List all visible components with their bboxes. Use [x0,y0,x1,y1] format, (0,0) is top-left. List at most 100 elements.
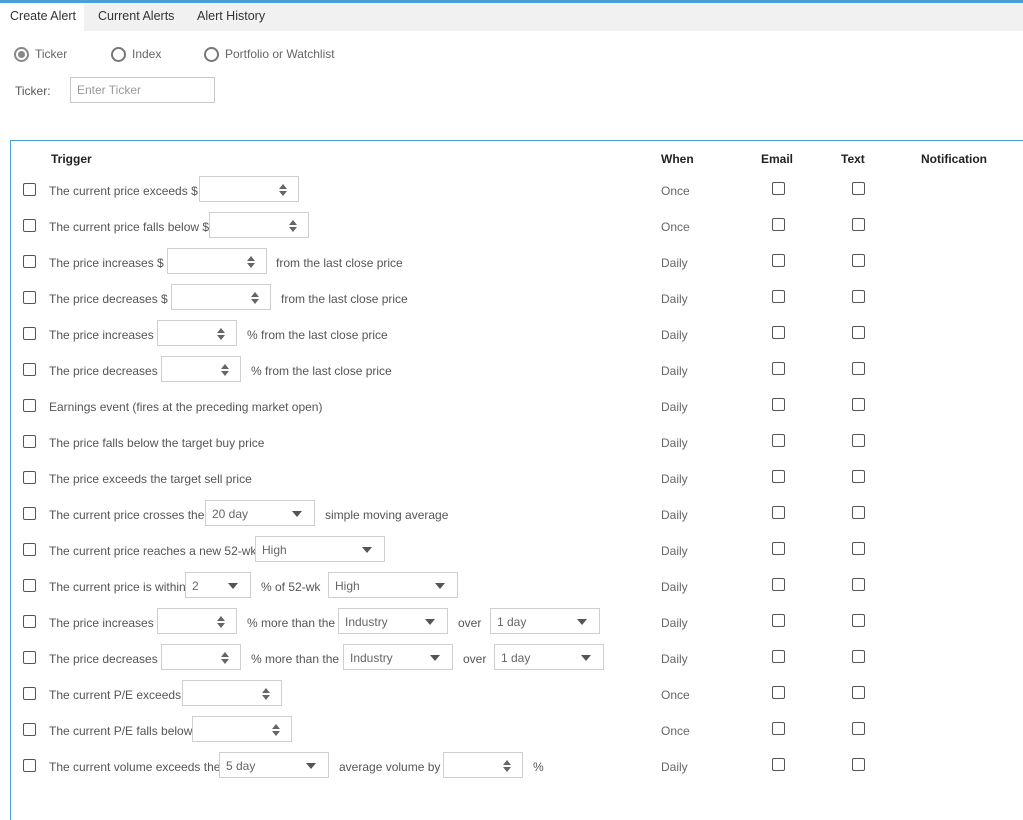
tab-current-alerts[interactable]: Current Alerts [98,3,174,31]
row-checkbox[interactable] [23,327,36,340]
row-checkbox[interactable] [23,687,36,700]
trigger-row-decreases-vs-benchmark: The price decreases % more than the Indu… [0,640,1023,676]
row-checkbox[interactable] [23,723,36,736]
high-low-select[interactable]: High [255,536,385,562]
period-select[interactable]: 1 day [490,608,600,634]
tab-alert-history[interactable]: Alert History [197,3,265,31]
radio-option-portfolio[interactable]: Portfolio or Watchlist [204,45,335,63]
row-checkbox[interactable] [23,255,36,268]
percent-select-value: 2 [192,579,199,593]
text-checkbox[interactable] [852,722,865,735]
value-stepper[interactable] [209,212,309,238]
radio-index[interactable] [111,46,126,62]
email-checkbox[interactable] [772,614,785,627]
when-value: Once [661,220,690,234]
chevron-down-icon [425,619,435,625]
radio-option-index[interactable]: Index [111,45,161,63]
text-checkbox[interactable] [852,398,865,411]
text-checkbox[interactable] [852,758,865,771]
email-checkbox[interactable] [772,686,785,699]
trigger-row-pe-exceeds: The current P/E exceeds Once [0,676,1023,712]
email-checkbox[interactable] [772,434,785,447]
row-checkbox[interactable] [23,507,36,520]
value-stepper[interactable] [161,356,241,382]
radio-ticker[interactable] [14,46,29,62]
text-checkbox[interactable] [852,506,865,519]
trigger-row-increases-vs-benchmark: The price increases % more than the Indu… [0,604,1023,640]
benchmark-select[interactable]: Industry [343,644,453,670]
text-checkbox[interactable] [852,254,865,267]
email-checkbox[interactable] [772,182,785,195]
high-low-select[interactable]: High [328,572,458,598]
trigger-text: The current price crosses the [49,508,205,522]
row-checkbox[interactable] [23,435,36,448]
email-checkbox[interactable] [772,758,785,771]
text-checkbox[interactable] [852,614,865,627]
radio-portfolio-label: Portfolio or Watchlist [225,47,335,61]
row-checkbox[interactable] [23,615,36,628]
email-checkbox[interactable] [772,290,785,303]
ticker-input[interactable] [70,77,215,103]
trigger-row-price-increases-dollar: The price increases $ from the last clos… [0,244,1023,280]
email-checkbox[interactable] [772,650,785,663]
email-checkbox[interactable] [772,362,785,375]
period-select[interactable]: 1 day [494,644,604,670]
text-checkbox[interactable] [852,434,865,447]
radio-option-ticker[interactable]: Ticker [14,45,67,63]
row-checkbox[interactable] [23,651,36,664]
row-checkbox[interactable] [23,399,36,412]
percent-select[interactable]: 2 [185,572,251,598]
row-checkbox[interactable] [23,543,36,556]
chevron-down-icon [292,511,302,517]
text-checkbox[interactable] [852,686,865,699]
value-stepper[interactable] [157,608,237,634]
email-checkbox[interactable] [772,506,785,519]
trigger-row-price-decreases-percent: The price decreases % from the last clos… [0,352,1023,388]
email-checkbox[interactable] [772,722,785,735]
text-checkbox[interactable] [852,542,865,555]
text-checkbox[interactable] [852,650,865,663]
value-stepper[interactable] [161,644,241,670]
email-checkbox[interactable] [772,254,785,267]
row-checkbox[interactable] [23,219,36,232]
when-value: Once [661,688,690,702]
email-checkbox[interactable] [772,218,785,231]
value-stepper[interactable] [443,752,523,778]
value-stepper[interactable] [167,248,267,274]
email-checkbox[interactable] [772,398,785,411]
value-stepper[interactable] [157,320,237,346]
row-checkbox[interactable] [23,363,36,376]
text-checkbox[interactable] [852,578,865,591]
email-checkbox[interactable] [772,326,785,339]
text-checkbox[interactable] [852,326,865,339]
trigger-row-price-decreases-dollar: The price decreases $ from the last clos… [0,280,1023,316]
benchmark-select[interactable]: Industry [338,608,448,634]
value-stepper[interactable] [182,680,282,706]
text-checkbox[interactable] [852,218,865,231]
when-value: Daily [661,580,688,594]
period-select[interactable]: 20 day [205,500,315,526]
email-checkbox[interactable] [772,578,785,591]
period-select[interactable]: 5 day [219,752,329,778]
when-value: Daily [661,544,688,558]
row-checkbox[interactable] [23,579,36,592]
text-checkbox[interactable] [852,362,865,375]
tab-create-alert[interactable]: Create Alert [0,3,84,31]
text-checkbox[interactable] [852,470,865,483]
email-checkbox[interactable] [772,542,785,555]
value-stepper[interactable] [199,176,299,202]
row-checkbox[interactable] [23,183,36,196]
value-stepper[interactable] [171,284,271,310]
email-checkbox[interactable] [772,470,785,483]
trigger-text: Earnings event (fires at the preceding m… [49,400,323,414]
value-stepper[interactable] [192,716,292,742]
row-checkbox[interactable] [23,291,36,304]
row-checkbox[interactable] [23,759,36,772]
trigger-suffix: from the last close price [276,256,403,270]
trigger-text: The price decreases $ [49,292,168,306]
text-checkbox[interactable] [852,182,865,195]
text-checkbox[interactable] [852,290,865,303]
radio-portfolio[interactable] [204,46,219,62]
row-checkbox[interactable] [23,471,36,484]
period-select-value: 20 day [212,507,249,521]
